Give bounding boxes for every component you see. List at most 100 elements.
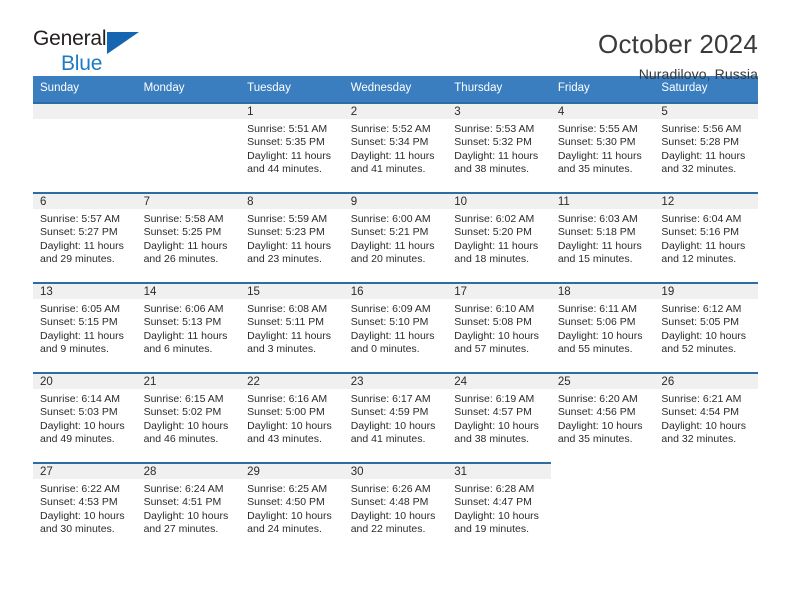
day-details: Sunrise: 6:11 AM Sunset: 5:06 PM Daylight:… <box>551 299 655 357</box>
day-number: 11 <box>550 191 655 209</box>
day-details: Sunrise: 5:55 AM Sunset: 5:30 PM Daylight:… <box>551 119 655 177</box>
day-details: Sunrise: 6:05 AM Sunset: 5:15 PM Daylight:… <box>33 299 137 357</box>
day-cell[interactable]: 5 Sunrise: 5:56 AM Sunset: 5:28 PM Daylight… <box>654 101 758 192</box>
sunset-text: Sunset: 4:54 PM <box>661 406 740 419</box>
weekday-header-thursday: Thursday <box>454 82 503 94</box>
day-cell[interactable]: 31 Sunrise: 6:28 AM Sunset: 4:47 PM Dayligh… <box>447 461 551 552</box>
day-cell-empty <box>654 462 758 552</box>
weekday-header-wednesday: Wednesday <box>350 82 412 94</box>
day-number: 17 <box>447 281 551 299</box>
sunrise-text: Sunrise: 6:11 AM <box>557 302 638 315</box>
sunrise-text: Sunrise: 6:02 AM <box>454 212 535 225</box>
sunrise-text: Sunrise: 6:06 AM <box>143 302 224 315</box>
sunset-text: Sunset: 5:13 PM <box>143 316 222 329</box>
sunrise-text: Sunrise: 6:12 AM <box>661 302 742 315</box>
day-details: Sunrise: 6:28 AM Sunset: 4:47 PM Daylight:… <box>447 479 551 537</box>
day-cell-empty <box>33 101 137 192</box>
sunset-text: Sunset: 5:23 PM <box>247 226 325 239</box>
day-number: 18 <box>550 281 655 299</box>
day-cell[interactable]: 13 Sunrise: 6:05 AM Sunset: 5:15 PM Dayligh… <box>33 281 137 372</box>
weekday-header-friday: Friday <box>557 82 590 94</box>
day-cell[interactable]: 23 Sunrise: 6:17 AM Sunset: 4:59 PM Dayligh… <box>343 371 448 462</box>
daylight-text: Daylight: 11 hours and 15 minutes. <box>557 239 642 266</box>
day-details: Sunrise: 5:51 AM Sunset: 5:35 PM Daylight:… <box>240 119 344 177</box>
day-number: 22 <box>240 371 344 389</box>
day-cell[interactable]: 21 Sunrise: 6:15 AM Sunset: 5:02 PM Dayligh… <box>136 371 241 462</box>
sunset-text: Sunset: 5:18 PM <box>557 226 636 239</box>
daylight-text: Daylight: 10 hours and 52 minutes. <box>661 329 747 356</box>
day-cell[interactable]: 3 Sunrise: 5:53 AM Sunset: 5:32 PM Daylight… <box>447 101 551 192</box>
day-cell[interactable]: 8 Sunrise: 5:59 AM Sunset: 5:23 PM Daylight… <box>240 191 344 282</box>
day-cell[interactable]: 14 Sunrise: 6:06 AM Sunset: 5:13 PM Dayligh… <box>136 281 241 372</box>
day-number: 9 <box>343 191 448 209</box>
daylight-text: Daylight: 10 hours and 30 minutes. <box>40 509 125 536</box>
day-details: Sunrise: 6:03 AM Sunset: 5:18 PM Daylight:… <box>551 209 655 267</box>
day-number: 1 <box>240 101 344 119</box>
brand-name-blue: Blue <box>61 52 103 75</box>
day-number: 23 <box>343 371 448 389</box>
day-cell[interactable]: 25 Sunrise: 6:20 AM Sunset: 4:56 PM Dayligh… <box>550 371 655 462</box>
day-details: Sunrise: 6:14 AM Sunset: 5:03 PM Daylight:… <box>33 389 137 447</box>
day-number <box>136 101 241 119</box>
title-block: October 2024 Nuradilovo, Russia <box>598 28 758 82</box>
day-number: 30 <box>343 461 448 479</box>
day-cell[interactable]: 24 Sunrise: 6:19 AM Sunset: 4:57 PM Dayligh… <box>447 371 551 462</box>
day-cell[interactable]: 20 Sunrise: 6:14 AM Sunset: 5:03 PM Dayligh… <box>33 371 137 462</box>
day-cell[interactable]: 2 Sunrise: 5:52 AM Sunset: 5:34 PM Daylight… <box>343 101 448 192</box>
daylight-text: Daylight: 11 hours and 9 minutes. <box>40 329 124 356</box>
daylight-text: Daylight: 10 hours and 35 minutes. <box>557 419 643 446</box>
day-cell[interactable]: 27 Sunrise: 6:22 AM Sunset: 4:53 PM Dayligh… <box>33 461 137 552</box>
sunset-text: Sunset: 5:30 PM <box>557 136 636 149</box>
day-cell[interactable]: 1 Sunrise: 5:51 AM Sunset: 5:35 PM Daylight… <box>240 101 344 192</box>
daylight-text: Daylight: 11 hours and 41 minutes. <box>350 149 435 176</box>
sunrise-text: Sunrise: 6:09 AM <box>350 302 431 315</box>
day-cell[interactable]: 30 Sunrise: 6:26 AM Sunset: 4:48 PM Dayligh… <box>343 461 448 552</box>
day-cell[interactable]: 6 Sunrise: 5:57 AM Sunset: 5:27 PM Daylight… <box>33 191 137 282</box>
day-details: Sunrise: 6:15 AM Sunset: 5:02 PM Daylight:… <box>137 389 241 447</box>
day-cell[interactable]: 28 Sunrise: 6:24 AM Sunset: 4:51 PM Dayligh… <box>136 461 241 552</box>
day-cell[interactable]: 19 Sunrise: 6:12 AM Sunset: 5:05 PM Dayligh… <box>654 281 758 372</box>
day-cell[interactable]: 18 Sunrise: 6:11 AM Sunset: 5:06 PM Dayligh… <box>550 281 655 372</box>
sunrise-text: Sunrise: 6:24 AM <box>143 482 224 495</box>
sunset-text: Sunset: 5:06 PM <box>557 316 636 329</box>
day-details: Sunrise: 6:24 AM Sunset: 4:51 PM Daylight:… <box>137 479 241 537</box>
day-details: Sunrise: 6:21 AM Sunset: 4:54 PM Daylight:… <box>654 389 758 447</box>
sunrise-text: Sunrise: 5:59 AM <box>247 212 328 225</box>
sunrise-text: Sunrise: 6:08 AM <box>247 302 328 315</box>
sunset-text: Sunset: 4:51 PM <box>143 496 222 509</box>
weekday-header-tuesday: Tuesday <box>247 82 291 94</box>
day-cell[interactable]: 22 Sunrise: 6:16 AM Sunset: 5:00 PM Dayligh… <box>240 371 344 462</box>
day-cell[interactable]: 4 Sunrise: 5:55 AM Sunset: 5:30 PM Daylight… <box>550 101 655 192</box>
day-number: 8 <box>240 191 344 209</box>
sunset-text: Sunset: 5:34 PM <box>350 136 429 149</box>
day-cell[interactable]: 12 Sunrise: 6:04 AM Sunset: 5:16 PM Dayligh… <box>654 191 758 282</box>
day-number: 12 <box>654 191 758 209</box>
day-number: 3 <box>447 101 551 119</box>
day-cell[interactable]: 29 Sunrise: 6:25 AM Sunset: 4:50 PM Dayligh… <box>240 461 344 552</box>
sunrise-text: Sunrise: 5:58 AM <box>143 212 224 225</box>
sunrise-text: Sunrise: 5:51 AM <box>247 122 328 135</box>
sunrise-text: Sunrise: 6:21 AM <box>661 392 742 405</box>
day-number: 21 <box>136 371 241 389</box>
brand-logo[interactable]: General Blue <box>33 28 153 80</box>
day-details: Sunrise: 6:19 AM Sunset: 4:57 PM Daylight:… <box>447 389 551 447</box>
day-cell[interactable]: 16 Sunrise: 6:09 AM Sunset: 5:10 PM Dayligh… <box>343 281 448 372</box>
sunrise-text: Sunrise: 6:22 AM <box>40 482 120 495</box>
day-details: Sunrise: 6:02 AM Sunset: 5:20 PM Daylight:… <box>447 209 551 267</box>
day-cell[interactable]: 26 Sunrise: 6:21 AM Sunset: 4:54 PM Dayligh… <box>654 371 758 462</box>
day-cell[interactable]: 17 Sunrise: 6:10 AM Sunset: 5:08 PM Dayligh… <box>447 281 551 372</box>
daylight-text: Daylight: 10 hours and 24 minutes. <box>247 509 332 536</box>
day-number: 31 <box>447 461 551 479</box>
sunrise-text: Sunrise: 6:25 AM <box>247 482 328 495</box>
day-number: 28 <box>136 461 241 479</box>
daylight-text: Daylight: 11 hours and 0 minutes. <box>350 329 435 356</box>
sunset-text: Sunset: 5:20 PM <box>454 226 532 239</box>
daylight-text: Daylight: 10 hours and 55 minutes. <box>557 329 643 356</box>
daylight-text: Daylight: 11 hours and 6 minutes. <box>143 329 228 356</box>
day-cell[interactable]: 11 Sunrise: 6:03 AM Sunset: 5:18 PM Dayligh… <box>550 191 655 282</box>
day-cell[interactable]: 15 Sunrise: 6:08 AM Sunset: 5:11 PM Dayligh… <box>240 281 344 372</box>
daylight-text: Daylight: 11 hours and 12 minutes. <box>661 239 746 266</box>
day-cell[interactable]: 7 Sunrise: 5:58 AM Sunset: 5:25 PM Daylight… <box>136 191 241 282</box>
day-cell[interactable]: 9 Sunrise: 6:00 AM Sunset: 5:21 PM Daylight… <box>343 191 448 282</box>
day-cell[interactable]: 10 Sunrise: 6:02 AM Sunset: 5:20 PM Dayligh… <box>447 191 551 282</box>
